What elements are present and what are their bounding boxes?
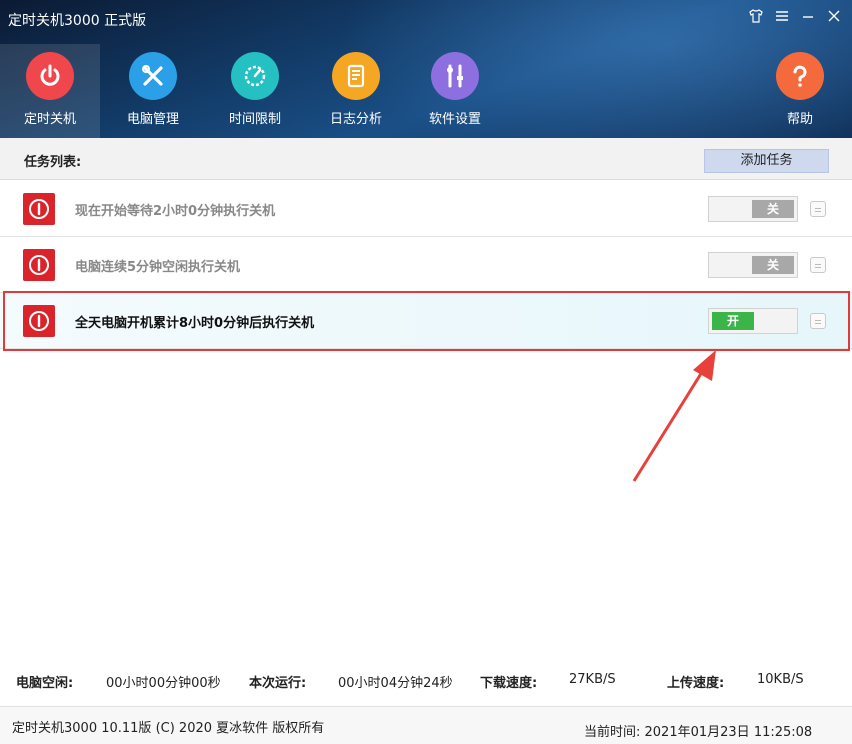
copyright-text: 定时关机3000 10.11版 (C) 2020 夏冰软件 版权所有: [12, 721, 325, 736]
idle-value: 00小时00分钟00秒: [106, 676, 221, 691]
run-value: 00小时04分钟24秒: [338, 676, 453, 691]
upload-label: 上传速度:: [667, 676, 725, 691]
status-stats: 电脑空闲: 00小时00分钟00秒 本次运行: 00小时04分钟24秒 下载速度…: [0, 668, 852, 692]
download-label: 下载速度:: [480, 676, 538, 691]
status-bar: 定时关机3000 10.11版 (C) 2020 夏冰软件 版权所有 当前时间:…: [0, 706, 852, 744]
upload-value: 10KB/S: [757, 672, 804, 687]
run-label: 本次运行:: [249, 676, 307, 691]
download-value: 27KB/S: [569, 672, 616, 687]
current-time: 当前时间: 2021年01月23日 11:25:08: [584, 725, 813, 740]
annotation-arrow: [632, 350, 716, 482]
idle-label: 电脑空闲:: [16, 676, 74, 691]
